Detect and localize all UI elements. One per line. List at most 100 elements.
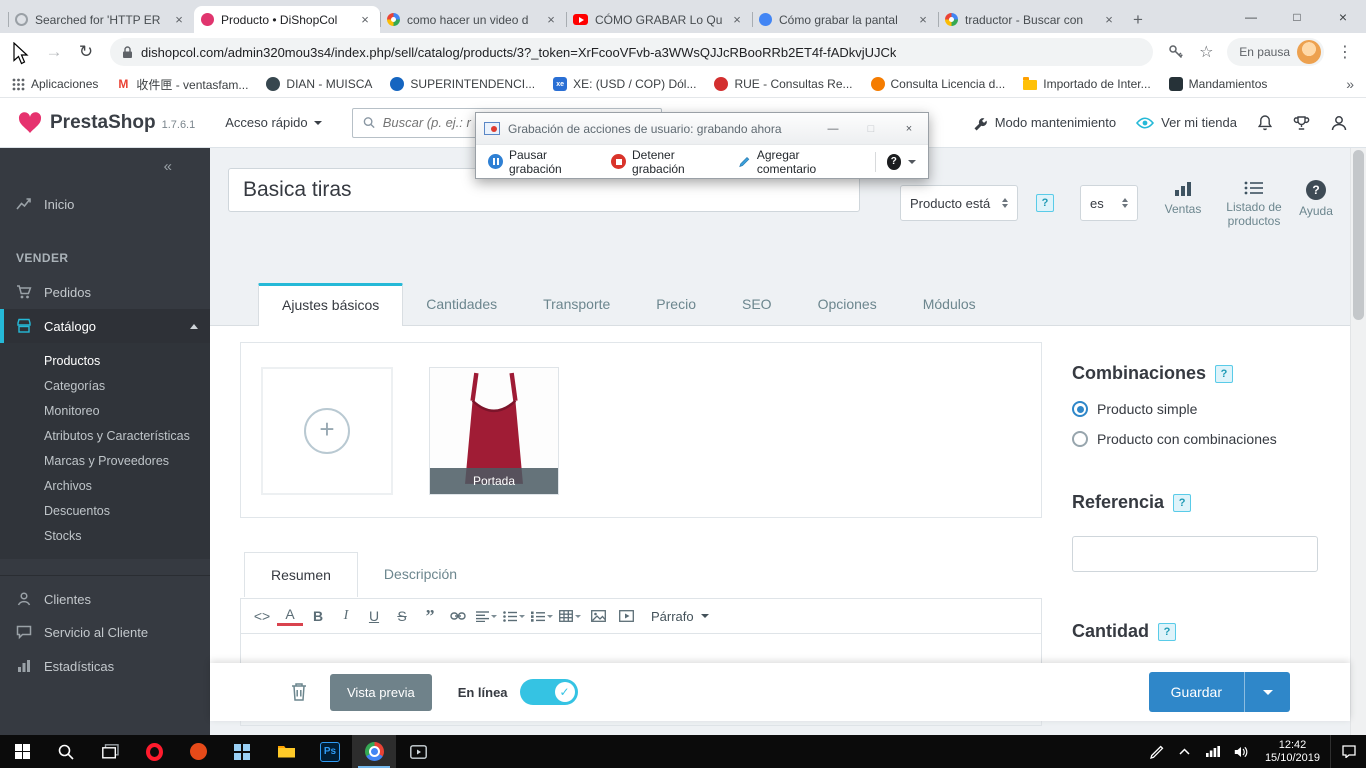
sidebar-item-brands[interactable]: Marcas y Proveedores (0, 449, 210, 474)
image-dropzone[interactable]: + (261, 367, 393, 495)
recorder-title-bar[interactable]: Grabación de acciones de usuario: graban… (476, 113, 928, 144)
tab-shipping[interactable]: Transporte (520, 283, 633, 325)
sidebar-item-products[interactable]: Productos (0, 349, 210, 374)
tab-close-icon[interactable]: × (543, 12, 559, 28)
radio-unselected-icon[interactable] (1072, 431, 1088, 447)
bookmarks-overflow-icon[interactable]: » (1346, 76, 1354, 92)
tab-basic-settings[interactable]: Ajustes básicos (258, 283, 403, 326)
language-select[interactable]: es (1080, 185, 1138, 221)
window-maximize-button[interactable]: □ (1274, 0, 1320, 33)
page-scrollbar[interactable] (1350, 148, 1366, 735)
tab-close-icon[interactable]: × (357, 12, 373, 28)
recorder-minimize-button[interactable]: — (818, 118, 848, 140)
sidebar-item-files[interactable]: Archivos (0, 474, 210, 499)
strikethrough-button[interactable]: S (389, 603, 415, 629)
bookmark-item[interactable]: DIAN - MUISCA (266, 77, 372, 91)
browser-tab-product-active[interactable]: Producto • DiShopCol × (194, 6, 380, 33)
insert-video-button[interactable] (613, 603, 639, 629)
preview-button[interactable]: Vista previa (330, 674, 432, 711)
tab-close-icon[interactable]: × (171, 12, 187, 28)
hidden-icons-chevron-icon[interactable] (1171, 735, 1199, 768)
help-tool-button[interactable]: ? Ayuda (1288, 180, 1344, 218)
bookmark-item[interactable]: RUE - Consultas Re... (714, 77, 852, 91)
sidebar-item-categories[interactable]: Categorías (0, 374, 210, 399)
opera-app-button[interactable] (132, 735, 176, 768)
online-toggle[interactable]: ✓ (520, 679, 578, 705)
quick-access-menu[interactable]: Acceso rápido (225, 115, 321, 130)
reference-input[interactable] (1072, 536, 1318, 572)
address-bar[interactable]: dishopcol.com/admin320mou3s4/index.php/s… (110, 38, 1153, 66)
taskbar-search-button[interactable] (44, 735, 88, 768)
password-key-icon[interactable] (1161, 37, 1191, 67)
browser-tab-translator[interactable]: traductor - Buscar con × (938, 6, 1124, 33)
maintenance-mode-indicator[interactable]: Modo mantenimiento (972, 115, 1116, 131)
table-button[interactable] (557, 603, 583, 629)
product-image-thumbnail[interactable]: Portada (429, 367, 559, 495)
sidebar-collapse-icon[interactable]: « (0, 148, 210, 175)
prestashop-logo-icon[interactable] (18, 112, 42, 134)
sidebar-item-stocks[interactable]: Stocks (0, 524, 210, 549)
tab-options[interactable]: Opciones (795, 283, 900, 325)
paragraph-format-select[interactable]: Párrafo (651, 609, 709, 624)
apps-shortcut[interactable]: Aplicaciones (12, 77, 98, 91)
help-badge-icon[interactable]: ? (1173, 494, 1191, 512)
chevron-down-icon[interactable] (908, 160, 916, 164)
sidebar-item-home[interactable]: Inicio (0, 187, 210, 221)
delete-trash-icon[interactable] (290, 682, 308, 702)
chrome-button[interactable] (352, 735, 396, 768)
tab-seo[interactable]: SEO (719, 283, 795, 325)
add-comment-button[interactable]: Agregar comentario (738, 148, 863, 176)
sidebar-item-stats[interactable]: Estadísticas (0, 649, 210, 683)
bookmark-item[interactable]: XE: (USD / COP) Dól... (553, 77, 696, 91)
window-close-button[interactable]: × (1320, 0, 1366, 33)
recorder-close-button[interactable]: × (894, 118, 924, 140)
sidebar-item-catalog[interactable]: Catálogo (0, 309, 210, 343)
text-color-button[interactable]: A (277, 604, 303, 626)
italic-button[interactable]: I (333, 603, 359, 629)
file-explorer-button[interactable] (264, 735, 308, 768)
browser-tab-video-howto[interactable]: como hacer un video d × (380, 6, 566, 33)
help-badge-icon[interactable]: ? (1158, 623, 1176, 641)
product-list-tool-button[interactable]: Listado de productos (1218, 180, 1290, 228)
trophy-icon[interactable] (1293, 115, 1310, 131)
stop-recording-button[interactable]: Detener grabación (611, 148, 731, 176)
task-view-button[interactable] (88, 735, 132, 768)
bold-button[interactable]: B (305, 603, 331, 629)
windows-ink-pen-icon[interactable] (1143, 735, 1171, 768)
link-button[interactable] (445, 603, 471, 629)
brand-name[interactable]: PrestaShop (50, 112, 156, 134)
recorder-help-icon[interactable]: ? (887, 154, 901, 170)
pause-recording-button[interactable]: Pausar grabación (488, 148, 604, 176)
bookmark-item[interactable]: Importado de Inter... (1023, 77, 1150, 91)
sidebar-item-monitoring[interactable]: Monitoreo (0, 399, 210, 424)
movies-app-button[interactable] (396, 735, 440, 768)
recorder-maximize-button[interactable]: □ (856, 118, 886, 140)
profile-sync-chip[interactable]: En pausa (1227, 38, 1324, 66)
browser-tab-youtube[interactable]: CÓMO GRABAR Lo Que × (566, 6, 752, 33)
bookmark-star-icon[interactable]: ☆ (1191, 37, 1221, 67)
account-person-icon[interactable] (1330, 114, 1348, 132)
save-button[interactable]: Guardar (1149, 672, 1244, 712)
bookmark-item[interactable]: Consulta Licencia d... (871, 77, 1006, 91)
scrollbar-thumb[interactable] (1353, 150, 1364, 320)
combinations-product-option[interactable]: Producto con combinaciones (1072, 431, 1277, 447)
help-badge-icon[interactable]: ? (1215, 365, 1233, 383)
browser-menu-icon[interactable]: ⋮ (1330, 37, 1360, 67)
radio-selected-icon[interactable] (1072, 401, 1088, 417)
tab-quantities[interactable]: Cantidades (403, 283, 520, 325)
sidebar-item-discounts[interactable]: Descuentos (0, 499, 210, 524)
simple-product-option[interactable]: Producto simple (1072, 401, 1197, 417)
forward-button[interactable]: → (38, 36, 70, 68)
bookmark-item[interactable]: Mandamientos (1169, 77, 1268, 91)
network-icon[interactable] (1199, 735, 1227, 768)
start-button[interactable] (0, 735, 44, 768)
sidebar-item-orders[interactable]: Pedidos (0, 275, 210, 309)
taskbar-clock[interactable]: 12:42 15/10/2019 (1255, 739, 1330, 765)
back-button[interactable]: ← (6, 36, 38, 68)
blockquote-button[interactable]: ” (417, 603, 443, 629)
tab-description[interactable]: Descripción (358, 552, 483, 596)
underline-button[interactable]: U (361, 603, 387, 629)
numbered-list-button[interactable] (529, 603, 555, 629)
steps-recorder-window[interactable]: Grabación de acciones de usuario: graban… (475, 112, 929, 179)
sidebar-item-customer-service[interactable]: Servicio al Cliente (0, 616, 210, 649)
